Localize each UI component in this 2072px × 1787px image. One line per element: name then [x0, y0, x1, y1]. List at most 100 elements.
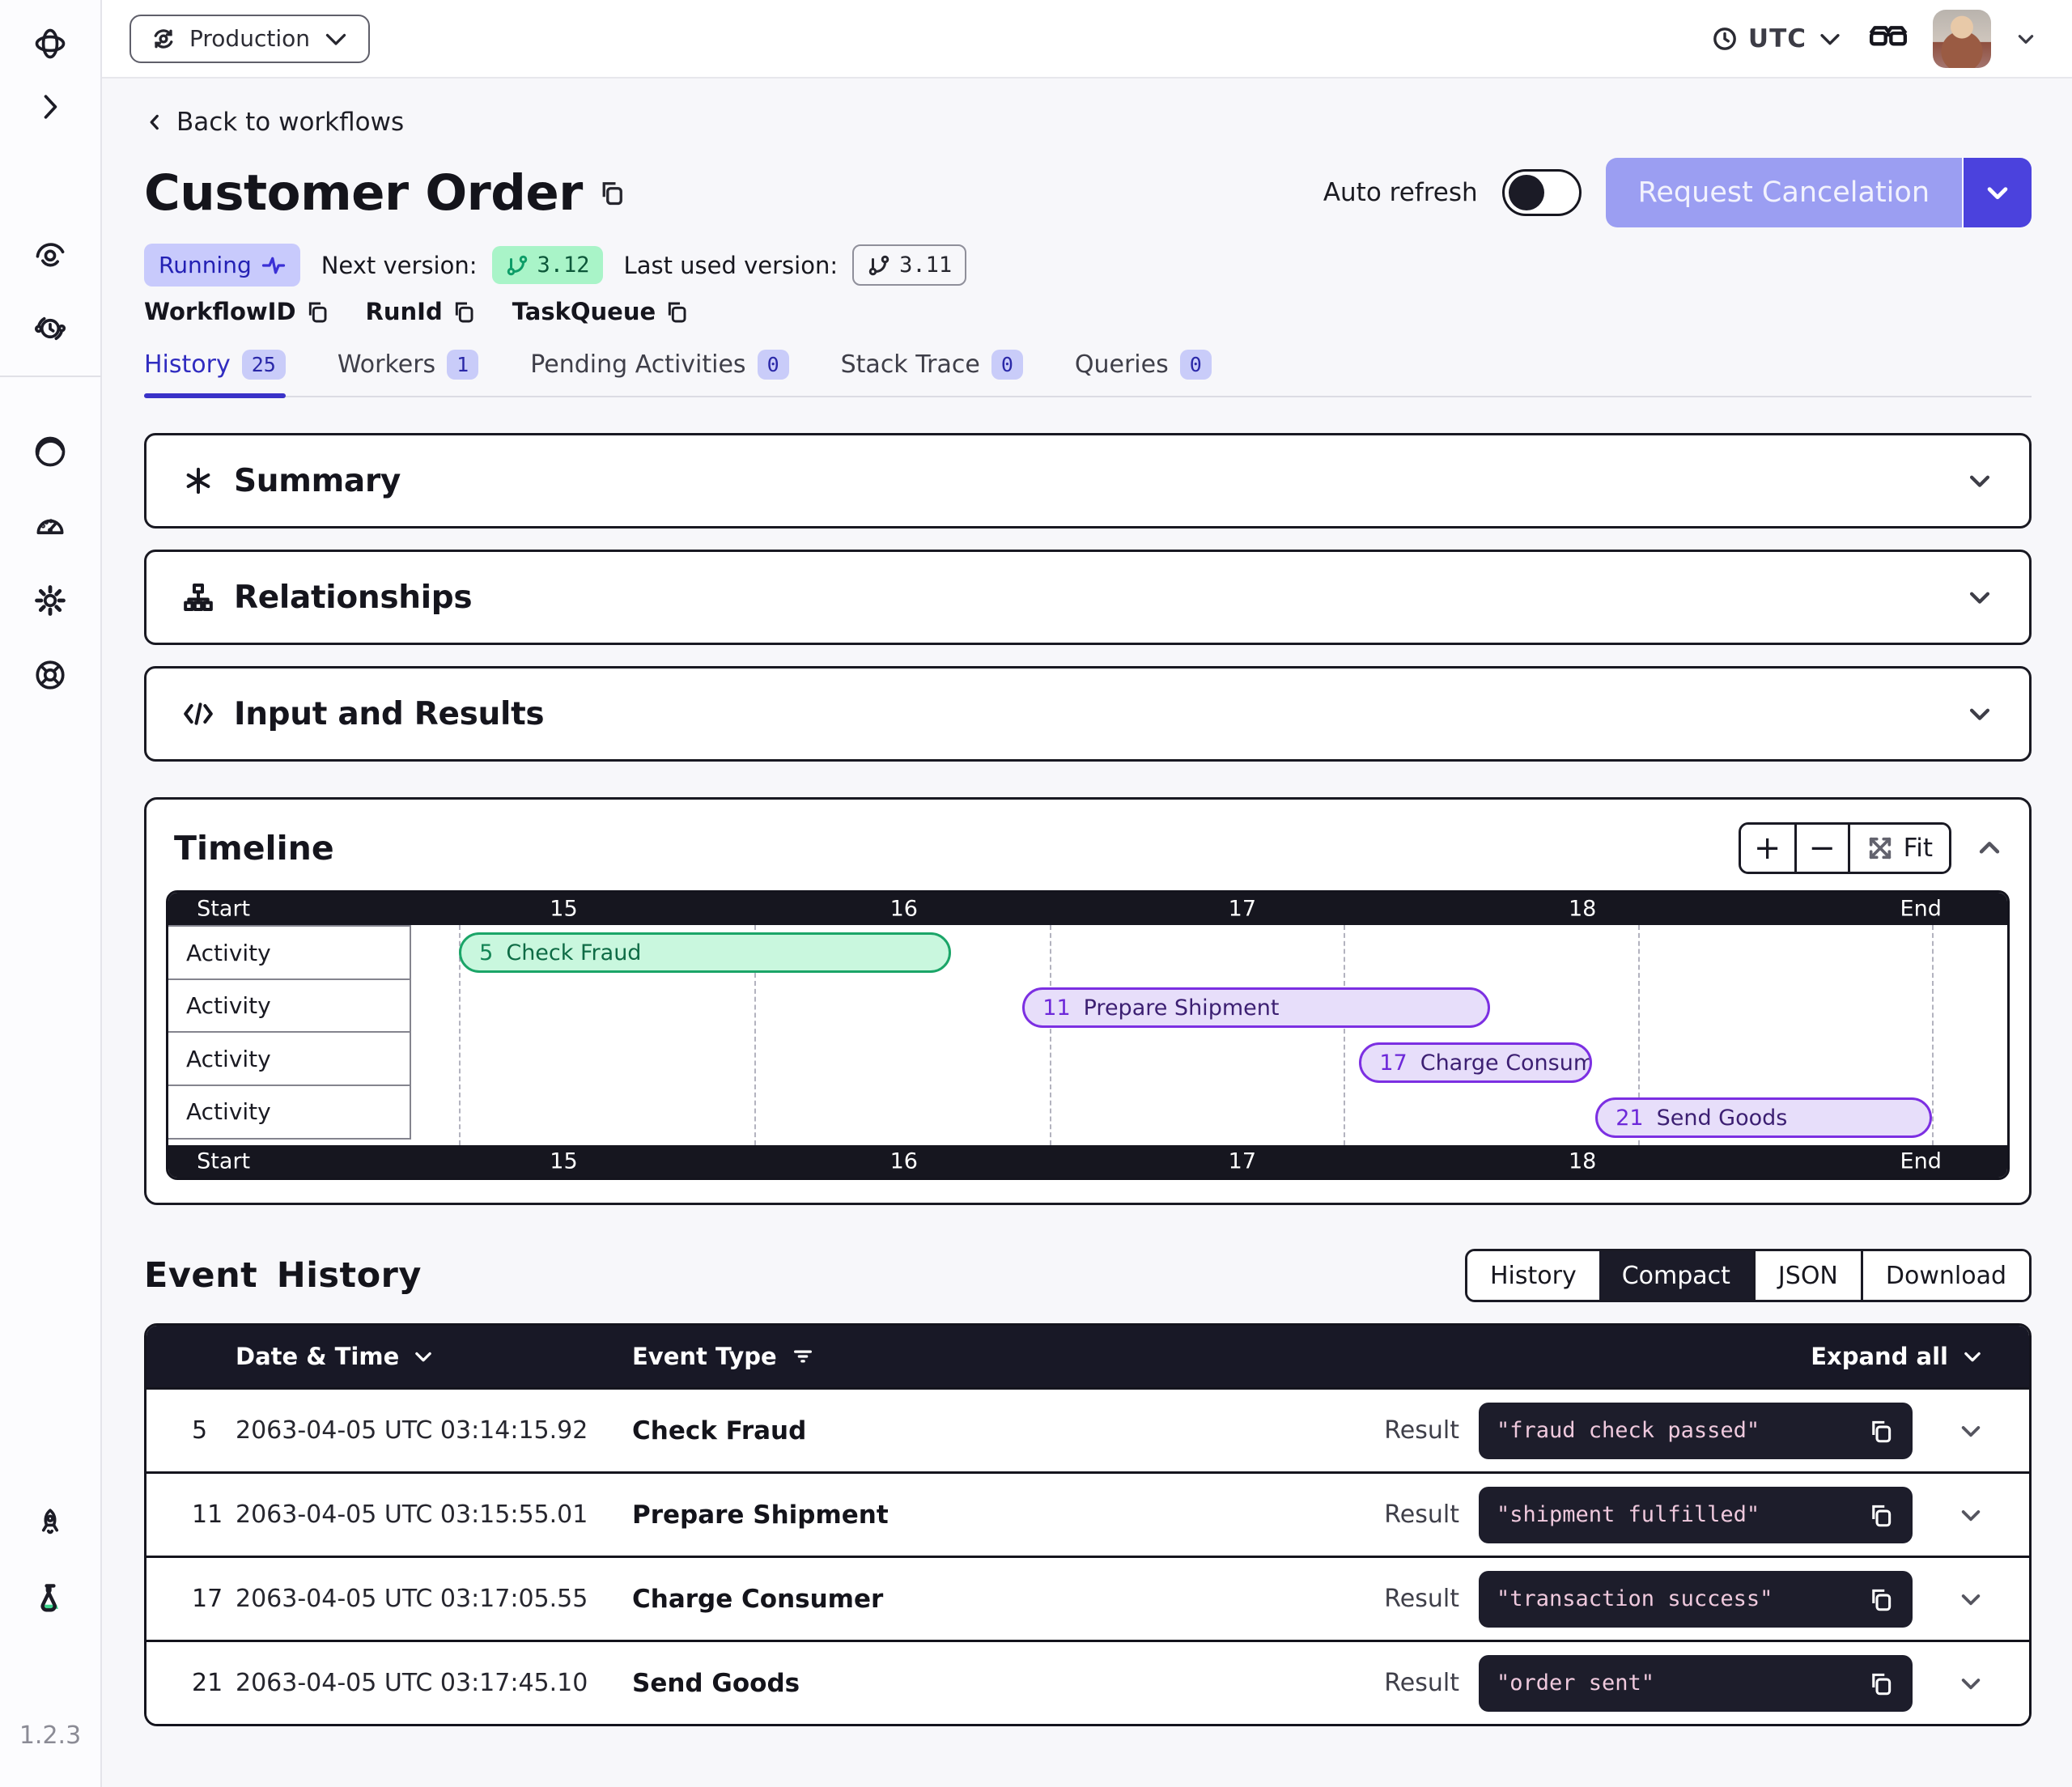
expand-all-label: Expand all [1811, 1343, 1948, 1370]
timeline-bar-check-fraud[interactable]: 5 Check Fraud [459, 932, 950, 973]
result-code-chip: "shipment fulfilled" [1479, 1487, 1913, 1543]
workflow-detail-page: Back to workflows Customer Order Auto re… [102, 79, 2072, 1787]
event-datetime: 2063-04-05 UTC 03:14:15.92 [236, 1416, 632, 1445]
relationships-title: Relationships [234, 579, 472, 616]
download-button[interactable]: Download [1861, 1251, 2029, 1300]
copy-title-icon[interactable] [597, 178, 626, 207]
event-row[interactable]: 11 2063-04-05 UTC 03:15:55.01 Prepare Sh… [146, 1471, 2029, 1556]
request-cancelation-button[interactable]: Request Cancelation [1606, 158, 2032, 227]
labs-mode-glasses-icon[interactable] [1868, 22, 1909, 56]
result-code-chip: "order sent" [1479, 1655, 1913, 1712]
user-avatar[interactable] [1933, 10, 1991, 68]
workflows-icon[interactable] [24, 228, 76, 280]
view-json-button[interactable]: JSON [1753, 1251, 1861, 1300]
axis-tick: Start [197, 1149, 250, 1174]
collapse-timeline-chevron-icon[interactable] [1976, 834, 2003, 862]
tab-stack-trace[interactable]: Stack Trace 0 [841, 350, 1023, 396]
expand-row-chevron-icon[interactable] [1958, 1502, 1984, 1528]
run-id-copy[interactable]: RunId [366, 298, 477, 325]
tab-label: History [144, 350, 231, 379]
view-history-button[interactable]: History [1467, 1251, 1599, 1300]
status-label: Running [159, 252, 252, 278]
settings-gear-icon[interactable] [24, 575, 76, 626]
timezone-label: UTC [1748, 24, 1807, 53]
axis-tick: Start [197, 897, 250, 922]
row-label: Activity [168, 1085, 411, 1140]
namespaces-icon[interactable] [24, 426, 76, 478]
asterisk-icon [182, 465, 214, 497]
next-version-badge: 3.12 [492, 246, 603, 284]
date-time-column-header[interactable]: Date & Time [236, 1343, 632, 1370]
tab-count-badge: 0 [758, 350, 789, 380]
expand-row-chevron-icon[interactable] [1958, 1586, 1984, 1612]
task-queue-copy[interactable]: TaskQueue [512, 298, 690, 325]
temporal-logo-icon[interactable] [24, 18, 76, 70]
tab-count-badge: 1 [447, 350, 478, 380]
axis-tick: 18 [1569, 897, 1596, 922]
timeline-row-labels: Activity Activity Activity Activity [168, 925, 411, 1145]
expand-all-button[interactable]: Expand all [1811, 1343, 1984, 1370]
summary-title: Summary [234, 463, 401, 499]
cancelation-options-caret[interactable] [1962, 158, 2032, 227]
fit-button[interactable]: Fit [1848, 825, 1949, 872]
tab-pending-activities[interactable]: Pending Activities 0 [530, 350, 788, 396]
view-compact-button[interactable]: Compact [1599, 1251, 1753, 1300]
last-used-version-label: Last used version: [624, 252, 839, 279]
pulse-icon [261, 253, 286, 278]
timeline-bar-send-goods[interactable]: 21 Send Goods [1595, 1097, 1932, 1138]
expand-row-chevron-icon[interactable] [1958, 1670, 1984, 1696]
input-results-accordion[interactable]: Input and Results [144, 666, 2032, 762]
copy-result-icon[interactable] [1867, 1670, 1895, 1697]
user-menu-chevron-icon[interactable] [2015, 28, 2036, 49]
timeline-panel: Timeline + − Fit Start [144, 797, 2032, 1205]
expand-row-chevron-icon[interactable] [1958, 1418, 1984, 1444]
event-id: 11 [146, 1500, 236, 1529]
left-nav-rail: 1.2.3 [0, 0, 102, 1787]
event-row[interactable]: 5 2063-04-05 UTC 03:14:15.92 Check Fraud… [146, 1387, 2029, 1471]
labs-flask-icon[interactable] [24, 1573, 76, 1624]
axis-tick: 18 [1569, 1149, 1596, 1174]
chevron-down-icon [1961, 1345, 1984, 1368]
timeline-bar-prepare-shipment[interactable]: 11 Prepare Shipment [1022, 987, 1490, 1028]
tab-workers[interactable]: Workers 1 [338, 350, 478, 396]
timeline-grid: 5 Check Fraud 11 Prepare Shipment [411, 925, 2007, 1145]
relationships-accordion[interactable]: Relationships [144, 550, 2032, 645]
back-to-workflows-link[interactable]: Back to workflows [144, 108, 404, 137]
usage-icon[interactable] [24, 500, 76, 552]
result-label: Result [1384, 1585, 1459, 1613]
event-history-view-switcher: History Compact JSON Download [1465, 1249, 2032, 1302]
tab-label: Stack Trace [841, 350, 980, 379]
tab-count-badge: 0 [1180, 350, 1212, 380]
copy-result-icon[interactable] [1867, 1585, 1895, 1613]
event-type: Check Fraud [632, 1416, 1247, 1445]
axis-tick: 17 [1229, 897, 1256, 922]
event-row[interactable]: 17 2063-04-05 UTC 03:17:05.55 Charge Con… [146, 1556, 2029, 1640]
tab-queries[interactable]: Queries 0 [1075, 350, 1212, 396]
namespace-switcher[interactable]: Production [130, 15, 370, 63]
event-type-column-header[interactable]: Event Type [632, 1343, 1247, 1370]
event-id: 21 [146, 1669, 236, 1697]
auto-refresh-toggle[interactable] [1502, 169, 1582, 216]
top-bar: Production UTC [102, 0, 2072, 79]
whats-new-rocket-icon[interactable] [24, 1498, 76, 1550]
expand-rail-chevron-icon[interactable] [24, 81, 76, 133]
row-label: Activity [168, 978, 411, 1034]
zoom-out-button[interactable]: − [1794, 825, 1848, 872]
schedules-icon[interactable] [24, 303, 76, 354]
workflow-id-copy[interactable]: WorkflowID [144, 298, 330, 325]
zoom-in-button[interactable]: + [1741, 825, 1794, 872]
timeline-bar-charge-consumer[interactable]: 17 Charge Consumer [1359, 1042, 1592, 1083]
event-history-title: Event History [144, 1255, 422, 1296]
bar-event-id: 5 [479, 940, 493, 966]
timeline-axis-bottom: Start 15 16 17 18 End [168, 1145, 2007, 1178]
timezone-selector[interactable]: UTC [1711, 24, 1844, 53]
summary-accordion[interactable]: Summary [144, 433, 2032, 528]
event-history-table: Date & Time Event Type Expand all 5 2063… [144, 1323, 2032, 1726]
copy-result-icon[interactable] [1867, 1417, 1895, 1445]
page-title: Customer Order [144, 164, 583, 222]
copy-result-icon[interactable] [1867, 1501, 1895, 1529]
tab-history[interactable]: History 25 [144, 350, 286, 396]
timeline-zoom-controls: + − Fit [1739, 822, 1951, 874]
support-lifering-icon[interactable] [24, 649, 76, 701]
event-row[interactable]: 21 2063-04-05 UTC 03:17:45.10 Send Goods… [146, 1640, 2029, 1724]
